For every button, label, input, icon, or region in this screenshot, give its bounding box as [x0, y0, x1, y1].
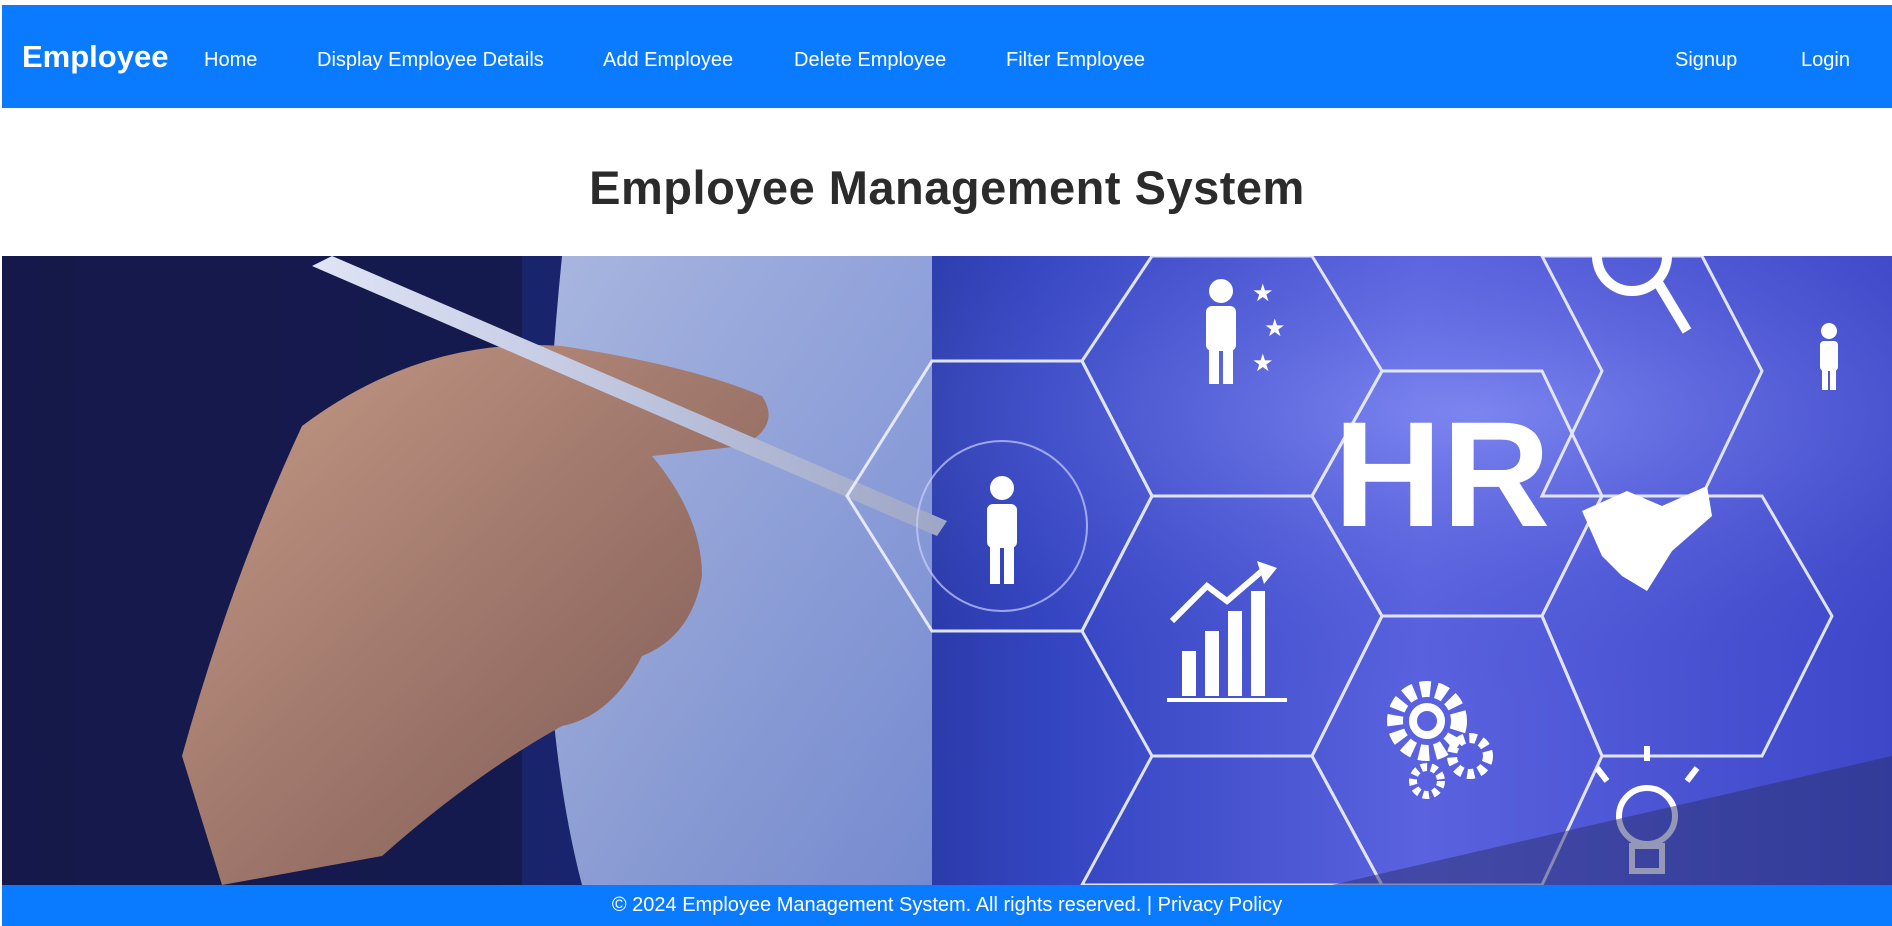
page-title: Employee Management System — [589, 161, 1305, 214]
footer-copyright: © 2024 Employee Management System. All r… — [611, 894, 1158, 916]
hero-banner: ★ ★ ★ HR — [2, 256, 1892, 885]
nav-login[interactable]: Login — [1801, 48, 1850, 72]
nav-filter-employee[interactable]: Filter Employee — [1006, 48, 1145, 72]
hero-image: ★ ★ ★ HR — [2, 256, 1892, 885]
nav-signup[interactable]: Signup — [1675, 48, 1737, 72]
svg-text:★: ★ — [1252, 349, 1274, 377]
nav-add-employee[interactable]: Add Employee — [603, 48, 733, 72]
top-navbar: Employee Home Display Employee Details A… — [2, 5, 1892, 108]
page-frame: Employee Home Display Employee Details A… — [2, 5, 1892, 926]
title-section: Employee Management System — [2, 108, 1892, 256]
nav-display-employee-details[interactable]: Display Employee Details — [317, 48, 544, 72]
svg-text:★: ★ — [1252, 279, 1274, 307]
privacy-policy-link[interactable]: Privacy Policy — [1158, 894, 1282, 916]
nav-links: Home Display Employee Details Add Employ… — [2, 5, 1892, 108]
nav-home[interactable]: Home — [204, 48, 257, 72]
hr-hex-text: HR — [1334, 390, 1551, 558]
svg-text:★: ★ — [1264, 314, 1286, 342]
nav-delete-employee[interactable]: Delete Employee — [794, 48, 946, 72]
page-footer: © 2024 Employee Management System. All r… — [2, 885, 1892, 926]
